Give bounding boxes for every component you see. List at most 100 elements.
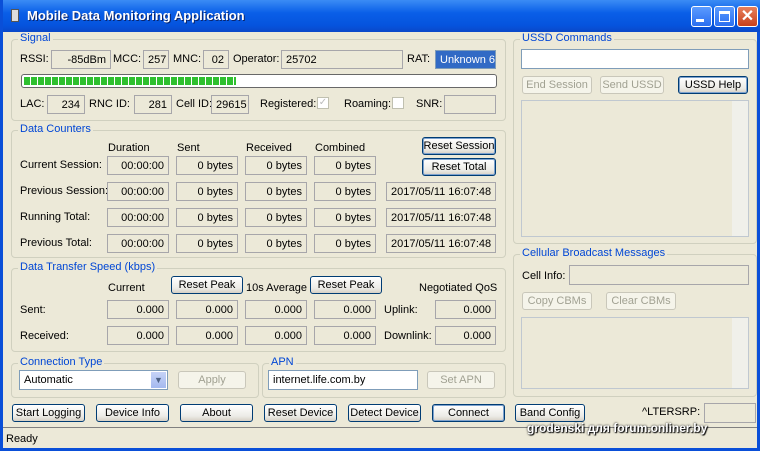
speed-row-label: Sent: bbox=[20, 304, 46, 316]
header-sent: Sent bbox=[177, 142, 200, 154]
current-header: Current bbox=[108, 282, 145, 294]
mcc-label: MCC: bbox=[113, 53, 142, 65]
rat-field[interactable]: Unknown 6 bbox=[435, 50, 496, 69]
header-duration: Duration bbox=[108, 142, 150, 154]
counter-sent-field: 0 bytes bbox=[176, 156, 238, 175]
counter-duration-field: 00:00:00 bbox=[107, 156, 169, 175]
set-apn-button[interactable]: Set APN bbox=[427, 371, 495, 389]
counter-timestamp-field: 2017/05/11 16:07:48 bbox=[386, 182, 496, 201]
downlink-field: 0.000 bbox=[435, 326, 496, 345]
speed-value-field: 0.000 bbox=[176, 300, 238, 319]
counter-row-label: Running Total: bbox=[20, 211, 91, 223]
reset-peak-button-1[interactable]: Reset Peak bbox=[171, 276, 243, 294]
counter-received-field: 0 bytes bbox=[245, 182, 307, 201]
counter-combined-field: 0 bytes bbox=[314, 234, 376, 253]
registered-checkbox[interactable]: ✓ bbox=[317, 97, 329, 109]
cell-id-label: Cell ID: bbox=[176, 98, 213, 110]
snr-field bbox=[444, 95, 496, 114]
app-icon bbox=[11, 9, 19, 22]
maximize-button[interactable] bbox=[714, 6, 735, 27]
counter-duration-field: 00:00:00 bbox=[107, 182, 169, 201]
reset-total-button[interactable]: Reset Total bbox=[422, 158, 496, 176]
ussd-input[interactable] bbox=[521, 49, 749, 69]
counter-row-label: Current Session: bbox=[20, 159, 102, 171]
start-logging-button[interactable]: Start Logging bbox=[12, 404, 85, 422]
ussd-help-button[interactable]: USSD Help bbox=[678, 76, 748, 94]
apn-input[interactable]: internet.life.com.by bbox=[268, 370, 418, 390]
mnc-field: 02 bbox=[203, 50, 229, 69]
counter-row-label: Previous Session: bbox=[20, 185, 109, 197]
connection-type-label: Connection Type bbox=[18, 356, 105, 368]
counter-received-field: 0 bytes bbox=[245, 156, 307, 175]
reset-session-button[interactable]: Reset Session bbox=[422, 137, 496, 155]
qos-header: Negotiated QoS bbox=[419, 282, 498, 294]
operator-field: 25702 bbox=[281, 50, 403, 69]
header-received: Received bbox=[246, 142, 292, 154]
counter-sent-field: 0 bytes bbox=[176, 182, 238, 201]
speed-value-field: 0.000 bbox=[245, 300, 307, 319]
cbm-messages-area[interactable] bbox=[521, 317, 749, 389]
device-info-button[interactable]: Device Info bbox=[96, 404, 169, 422]
copy-cbms-button[interactable]: Copy CBMs bbox=[522, 292, 592, 310]
mcc-field: 257 bbox=[143, 50, 169, 69]
speed-row-label: Received: bbox=[20, 330, 69, 342]
operator-label: Operator: bbox=[233, 53, 280, 65]
counter-timestamp-field: 2017/05/11 16:07:48 bbox=[386, 234, 496, 253]
roaming-checkbox[interactable] bbox=[392, 97, 404, 109]
cell-info-label: Cell Info: bbox=[522, 270, 566, 282]
snr-label: SNR: bbox=[416, 98, 443, 110]
average-header: 10s Average bbox=[246, 282, 307, 294]
cbm-label: Cellular Broadcast Messages bbox=[520, 247, 668, 259]
ltersrp-label: ^LTERSRP: bbox=[642, 406, 701, 418]
signal-group-label: Signal bbox=[18, 32, 53, 44]
speed-value-field: 0.000 bbox=[314, 326, 376, 345]
scrollbar[interactable] bbox=[732, 318, 748, 388]
close-icon: ✕ bbox=[740, 8, 755, 25]
cell-info-field bbox=[569, 265, 749, 285]
clear-cbms-button[interactable]: Clear CBMs bbox=[606, 292, 676, 310]
apply-button[interactable]: Apply bbox=[178, 371, 246, 389]
status-text: Ready bbox=[6, 433, 38, 445]
watermark: grodenski для forum.onliner.by bbox=[527, 421, 708, 435]
lac-label: LAC: bbox=[20, 98, 45, 110]
counter-row-label: Previous Total: bbox=[20, 237, 92, 249]
close-button[interactable]: ✕ bbox=[737, 6, 758, 27]
counter-received-field: 0 bytes bbox=[245, 234, 307, 253]
data-counters-label: Data Counters bbox=[18, 123, 93, 135]
minimize-button[interactable] bbox=[691, 6, 712, 27]
band-config-button[interactable]: Band Config bbox=[515, 404, 585, 422]
window-title: Mobile Data Monitoring Application bbox=[27, 8, 245, 23]
signal-strength-fill bbox=[24, 77, 236, 85]
chevron-down-icon[interactable]: ▼ bbox=[151, 372, 166, 388]
counter-duration-field: 00:00:00 bbox=[107, 234, 169, 253]
lac-field: 234 bbox=[47, 95, 85, 114]
ussd-response-area[interactable] bbox=[521, 100, 749, 237]
cell-id-field: 29615 bbox=[211, 95, 249, 114]
detect-device-button[interactable]: Detect Device bbox=[348, 404, 421, 422]
send-ussd-button[interactable]: Send USSD bbox=[600, 76, 664, 94]
rssi-field: -85dBm bbox=[51, 50, 111, 69]
signal-strength-bar bbox=[21, 74, 497, 88]
connect-button[interactable]: Connect bbox=[432, 404, 505, 422]
counter-combined-field: 0 bytes bbox=[314, 208, 376, 227]
rnc-field: 281 bbox=[134, 95, 172, 114]
mnc-label: MNC: bbox=[173, 53, 202, 65]
rnc-label: RNC ID: bbox=[89, 98, 130, 110]
counter-combined-field: 0 bytes bbox=[314, 156, 376, 175]
scrollbar[interactable] bbox=[732, 101, 748, 236]
about-button[interactable]: About bbox=[180, 404, 253, 422]
main-window: Mobile Data Monitoring Application ✕ Sig… bbox=[0, 0, 760, 451]
reset-peak-button-2[interactable]: Reset Peak bbox=[310, 276, 382, 294]
maximize-icon bbox=[719, 11, 730, 22]
speed-value-field: 0.000 bbox=[245, 326, 307, 345]
counter-sent-field: 0 bytes bbox=[176, 208, 238, 227]
registered-label: Registered: bbox=[260, 98, 317, 110]
reset-device-button[interactable]: Reset Device bbox=[264, 404, 337, 422]
rssi-label: RSSI: bbox=[20, 53, 49, 65]
uplink-label: Uplink: bbox=[384, 304, 418, 316]
counter-received-field: 0 bytes bbox=[245, 208, 307, 227]
end-session-button[interactable]: End Session bbox=[522, 76, 592, 94]
counter-sent-field: 0 bytes bbox=[176, 234, 238, 253]
connection-type-select[interactable]: Automatic ▼ bbox=[19, 370, 168, 390]
apn-label: APN bbox=[269, 356, 296, 368]
